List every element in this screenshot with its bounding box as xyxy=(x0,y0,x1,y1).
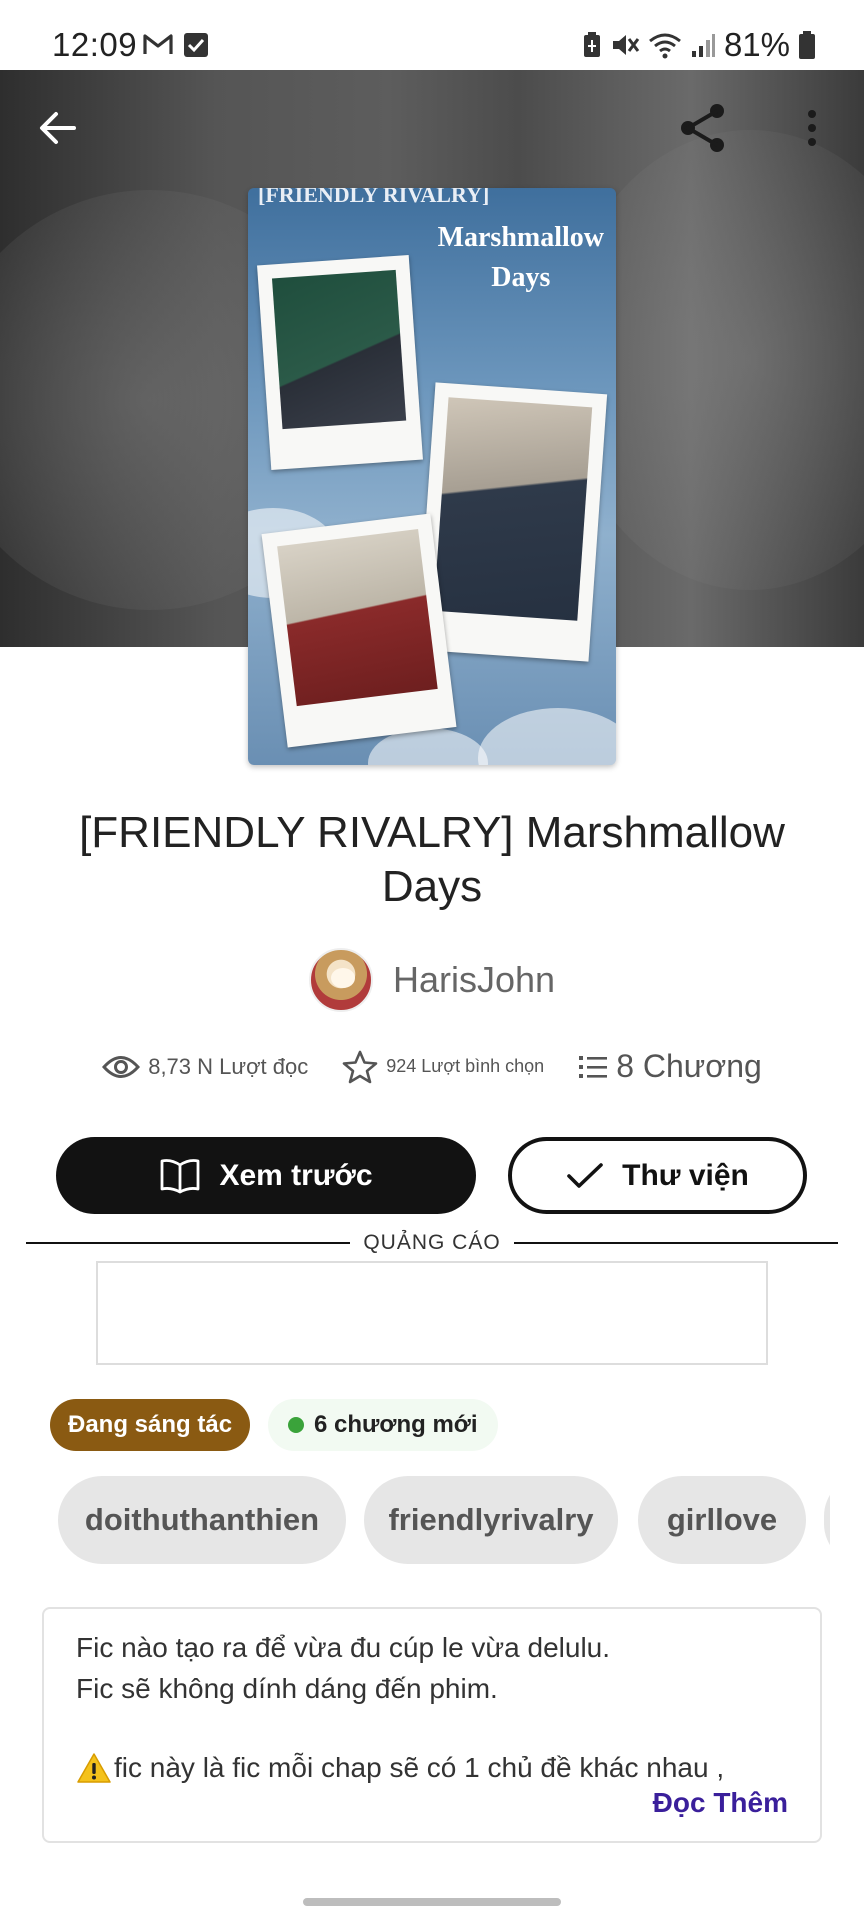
arrow-left-icon xyxy=(40,112,76,144)
cover-photo xyxy=(416,382,608,662)
tag-chip[interactable]: doithuthanthien xyxy=(58,1476,346,1564)
read-more-link[interactable]: Đọc Thêm xyxy=(642,1782,788,1823)
status-badge: Đang sáng tác xyxy=(50,1399,251,1451)
reads-count: 8,73 N Lượt đọc xyxy=(148,1053,309,1079)
book-open-icon xyxy=(161,1158,200,1193)
share-icon xyxy=(681,104,724,152)
more-options-button[interactable] xyxy=(782,98,842,158)
chapters-stat[interactable]: 8 Chương xyxy=(578,1048,762,1085)
tag-chip[interactable]: friendlyrivalry xyxy=(364,1476,618,1564)
new-chapters-badge: 6 chương mới xyxy=(268,1399,498,1451)
tag-list: doithuthanthien friendlyrivalry girllove xyxy=(58,1476,830,1566)
cover-top-text: [FRIENDLY RIVALRY] xyxy=(258,188,490,207)
story-title: [FRIENDLY RIVALRY] Marshmallow Days xyxy=(79,808,785,911)
chapters-count: 8 Chương xyxy=(616,1048,762,1084)
checkbox-icon xyxy=(184,33,208,57)
book-cover[interactable]: [FRIENDLY RIVALRY] Marshmallow Days xyxy=(248,188,616,765)
more-vertical-icon xyxy=(808,110,816,146)
author-row[interactable]: HarisJohn xyxy=(0,948,864,1012)
story-stats: 8,73 N Lượt đọc 924 Lượt bình chọn 8 Chư… xyxy=(0,1048,864,1085)
checkmark-icon xyxy=(567,1162,603,1188)
star-icon xyxy=(342,1050,378,1083)
notification-icons xyxy=(143,32,209,58)
preview-button[interactable]: Xem trước xyxy=(56,1137,476,1214)
votes-count: 924 Lượt bình chọn xyxy=(386,1056,545,1076)
cover-title: Marshmallow Days xyxy=(438,218,604,298)
battery-icon xyxy=(799,31,815,59)
ad-divider: QUẢNG CÁO xyxy=(26,1231,838,1255)
wifi-icon xyxy=(649,33,681,59)
cover-photo xyxy=(257,254,423,471)
battery-percentage: 81% xyxy=(723,26,790,63)
votes-stat: 924 Lượt bình chọn xyxy=(342,1050,544,1084)
new-chapters-label: 6 chương mới xyxy=(314,1411,478,1438)
tag-chip[interactable]: girllove xyxy=(638,1476,806,1564)
cover-photo xyxy=(261,513,457,748)
green-dot-icon xyxy=(288,1417,304,1433)
list-icon xyxy=(579,1055,608,1078)
home-indicator[interactable] xyxy=(303,1898,561,1906)
cover-title-line: Days xyxy=(491,262,551,293)
tag-chip-partial[interactable] xyxy=(824,1476,830,1564)
signal-icon xyxy=(691,34,715,57)
share-button[interactable] xyxy=(673,98,733,158)
reads-stat: 8,73 N Lượt đọc xyxy=(102,1054,308,1080)
cloud-decoration xyxy=(478,708,616,765)
avatar[interactable] xyxy=(308,948,373,1012)
description-line: Fic nào tạo ra để vừa đu cúp le vừa delu… xyxy=(76,1632,611,1663)
mute-icon xyxy=(612,35,640,55)
preview-label: Xem trước xyxy=(219,1158,373,1192)
description-line: Fic sẽ không dính dáng đến phim. xyxy=(76,1673,498,1704)
status-time: 12:09 xyxy=(52,26,138,63)
system-icons: 81% xyxy=(582,26,816,64)
cover-title-line: Marshmallow xyxy=(437,222,604,253)
ad-banner[interactable] xyxy=(96,1261,768,1365)
warning-icon xyxy=(77,1752,111,1783)
gmail-icon xyxy=(143,34,173,54)
status-bar: 12:09 81% xyxy=(0,0,864,70)
battery-saver-icon xyxy=(583,32,600,57)
description-line: fic này là fic mỗi chap sẽ có 1 chủ đề k… xyxy=(114,1752,725,1783)
library-label: Thư viện xyxy=(622,1158,749,1192)
story-description[interactable]: Fic nào tạo ra để vừa đu cúp le vừa delu… xyxy=(42,1607,822,1843)
back-button[interactable] xyxy=(28,98,88,158)
author-name[interactable]: HarisJohn xyxy=(393,959,555,1001)
add-to-library-button[interactable]: Thư viện xyxy=(508,1137,807,1214)
eye-icon xyxy=(102,1055,141,1078)
